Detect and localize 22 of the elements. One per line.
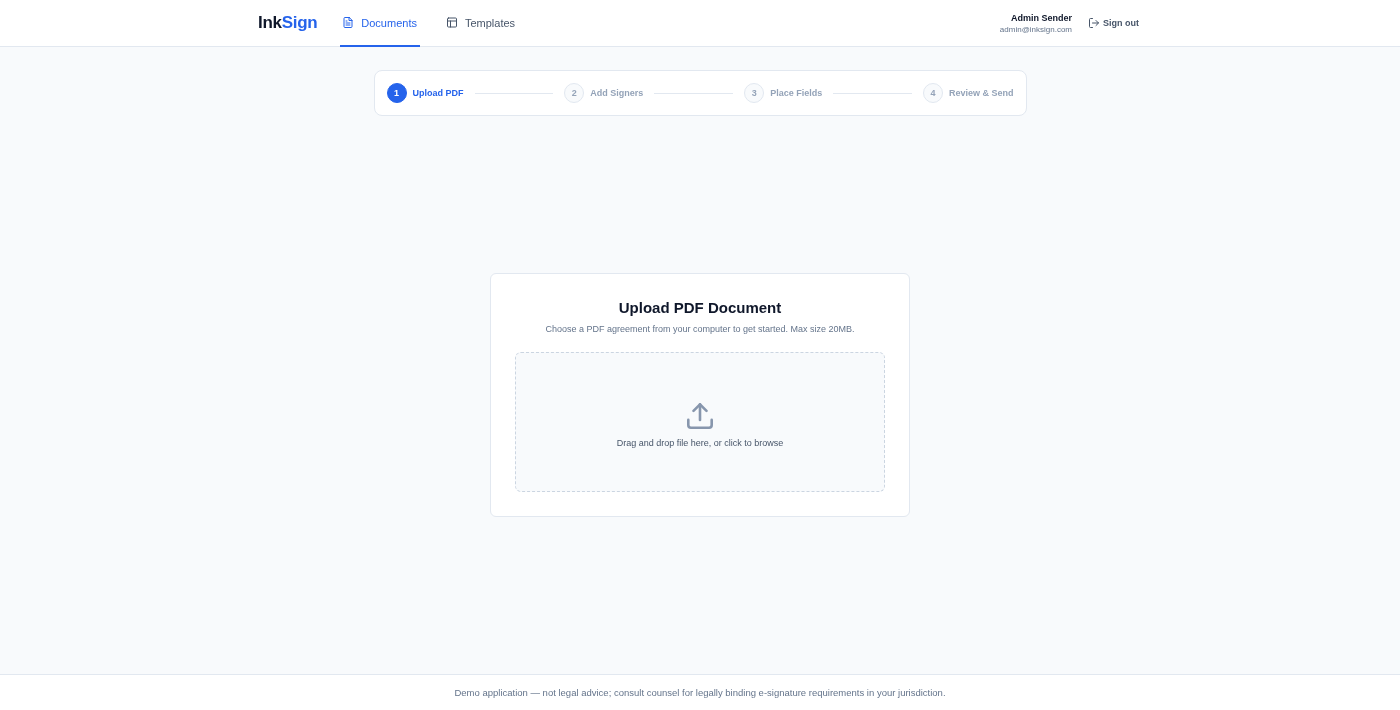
nav-tab[interactable]: Documents	[340, 0, 420, 47]
file-dropzone[interactable]: Drag and drop file here, or click to browse	[515, 352, 885, 492]
nav-tab[interactable]: Templates	[443, 0, 519, 47]
user-email: admin@inksign.com	[999, 23, 1072, 35]
step-label: Add Signers	[590, 88, 644, 98]
document-icon	[343, 17, 354, 28]
user-name: Admin Sender	[1011, 11, 1072, 24]
card-title: Upload PDF Document	[618, 298, 782, 318]
logo-text[interactable]: InkSign	[258, 13, 318, 33]
step-label: Upload PDF	[412, 88, 464, 98]
layout-icon	[446, 17, 457, 28]
step-label: Place Fields	[770, 88, 823, 98]
step-label: Review & Send	[949, 88, 1014, 98]
step-number: 4	[923, 83, 943, 103]
card-subtitle: Choose a PDF agreement from your computer to get started. Max size 20MB.	[545, 323, 855, 336]
step-number: 1	[386, 83, 407, 103]
step-number: 2	[564, 83, 585, 103]
sign-out-button[interactable]: Sign out	[1086, 15, 1142, 31]
disclaimer-text: Demo application — not legal advice; consult counsel for legally binding e-signature requirements in your jurisdiction.	[454, 687, 946, 698]
step-number: 3	[744, 83, 765, 103]
upload-icon	[687, 402, 713, 429]
logout-icon	[1089, 18, 1099, 28]
